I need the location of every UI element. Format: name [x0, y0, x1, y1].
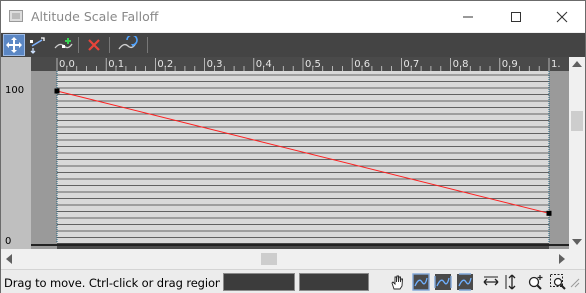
scroll-left-icon — [6, 254, 12, 264]
x-tick-label: 0.2 — [157, 59, 173, 70]
maximize-button[interactable] — [493, 1, 539, 32]
reset-curve-button[interactable] — [117, 34, 139, 56]
x-tick-label: 0.1 — [108, 59, 124, 70]
status-message: Drag to move. Ctrl-click or drag region … — [4, 276, 220, 290]
pan-vertical-button[interactable] — [501, 272, 521, 292]
horizontal-arrows-icon — [483, 276, 499, 286]
maximize-icon — [511, 11, 521, 22]
graph-background — [57, 71, 549, 243]
x-tick-label: 0.0 — [59, 59, 75, 70]
x-tick-label: 1. — [551, 59, 561, 70]
y-label-top: 100 — [5, 85, 25, 96]
pan-button[interactable] — [387, 272, 407, 292]
vertical-scroll-thumb[interactable] — [571, 111, 583, 131]
scale-keys-button[interactable] — [26, 34, 48, 56]
app-icon — [9, 10, 23, 22]
curve-plot[interactable]: 0.0 0.1 0.2 0.3 0.4 0.5 0.6 0.7 0.8 0.9 1. — [31, 57, 569, 249]
x-tick-label: 0.3 — [207, 59, 223, 70]
close-icon — [556, 11, 568, 22]
y-axis-gutter: 100 0 — [1, 57, 31, 249]
curve-key-point[interactable] — [54, 88, 60, 94]
x-tick-label: 0.4 — [256, 59, 272, 70]
status-bar: Drag to move. Ctrl-click or drag region … — [1, 269, 585, 293]
curve-graph-area[interactable]: 100 0 0.0 0.1 0.2 0.3 0.4 0.5 0.6 0.7 0.8 0.9 1. — [1, 57, 585, 249]
scroll-right-icon — [559, 254, 565, 264]
zoom-horizontal-extents-button[interactable] — [433, 272, 453, 292]
move-keys-button[interactable] — [3, 34, 25, 56]
minimize-icon — [463, 16, 473, 17]
zoom-region-button[interactable] — [548, 272, 568, 292]
scrollbar-corner — [569, 250, 585, 268]
curve-value-field[interactable] — [299, 273, 369, 291]
x-tick-label: 0.8 — [453, 59, 469, 70]
zoom-vertical-extents-icon — [457, 273, 473, 291]
title-bar[interactable]: Altitude Scale Falloff — [1, 1, 585, 32]
time-value-field[interactable] — [223, 273, 295, 291]
delete-key-button[interactable] — [83, 34, 105, 56]
add-key-button[interactable] — [53, 34, 75, 56]
scroll-up-icon — [572, 61, 582, 67]
pan-hand-icon — [391, 275, 403, 290]
toolbar-separator — [78, 37, 79, 53]
horizontal-scroll-thumb[interactable] — [261, 253, 277, 265]
curve-key-point[interactable] — [546, 210, 552, 216]
y-label-bottom: 0 — [5, 236, 12, 247]
zoom-magnifier-icon — [528, 275, 543, 290]
vertical-scrollbar[interactable] — [569, 57, 585, 249]
move-keys-icon — [6, 37, 22, 53]
zoom-button[interactable] — [526, 272, 546, 292]
zoom-horizontal-extents-icon — [434, 274, 452, 290]
x-tick-label: 0.6 — [354, 59, 370, 70]
minimize-button[interactable] — [445, 1, 491, 32]
window-title: Altitude Scale Falloff — [31, 9, 159, 24]
right-margin — [549, 71, 569, 249]
x-tick-label: 0.5 — [305, 59, 321, 70]
add-key-icon — [54, 38, 73, 49]
x-tick-label: 0.7 — [403, 59, 419, 70]
scroll-down-icon — [572, 239, 582, 245]
zoom-extents-button[interactable] — [411, 272, 431, 292]
delete-key-icon — [88, 39, 100, 51]
toolbar-separator — [109, 37, 110, 53]
pan-horizontal-button[interactable] — [481, 272, 501, 292]
left-margin — [31, 71, 57, 249]
horizontal-scrollbar[interactable] — [1, 250, 569, 268]
toolbar-separator — [147, 37, 148, 53]
zoom-vertical-extents-button[interactable] — [455, 272, 475, 292]
scale-keys-icon — [30, 37, 45, 54]
close-button[interactable] — [539, 1, 585, 32]
curve-toolbar — [1, 33, 585, 57]
resize-grip-icon — [570, 278, 580, 288]
vertical-arrows-icon — [505, 274, 516, 290]
x-tick-label: 0.9 — [502, 59, 518, 70]
reset-curve-icon — [118, 36, 138, 50]
resize-grip[interactable] — [567, 272, 581, 292]
zoom-extents-icon — [412, 273, 430, 291]
zoom-region-icon — [550, 274, 566, 290]
altitude-scale-falloff-window: Altitude Scale Falloff 100 0 0.0 0.1 0.2… — [0, 0, 586, 293]
